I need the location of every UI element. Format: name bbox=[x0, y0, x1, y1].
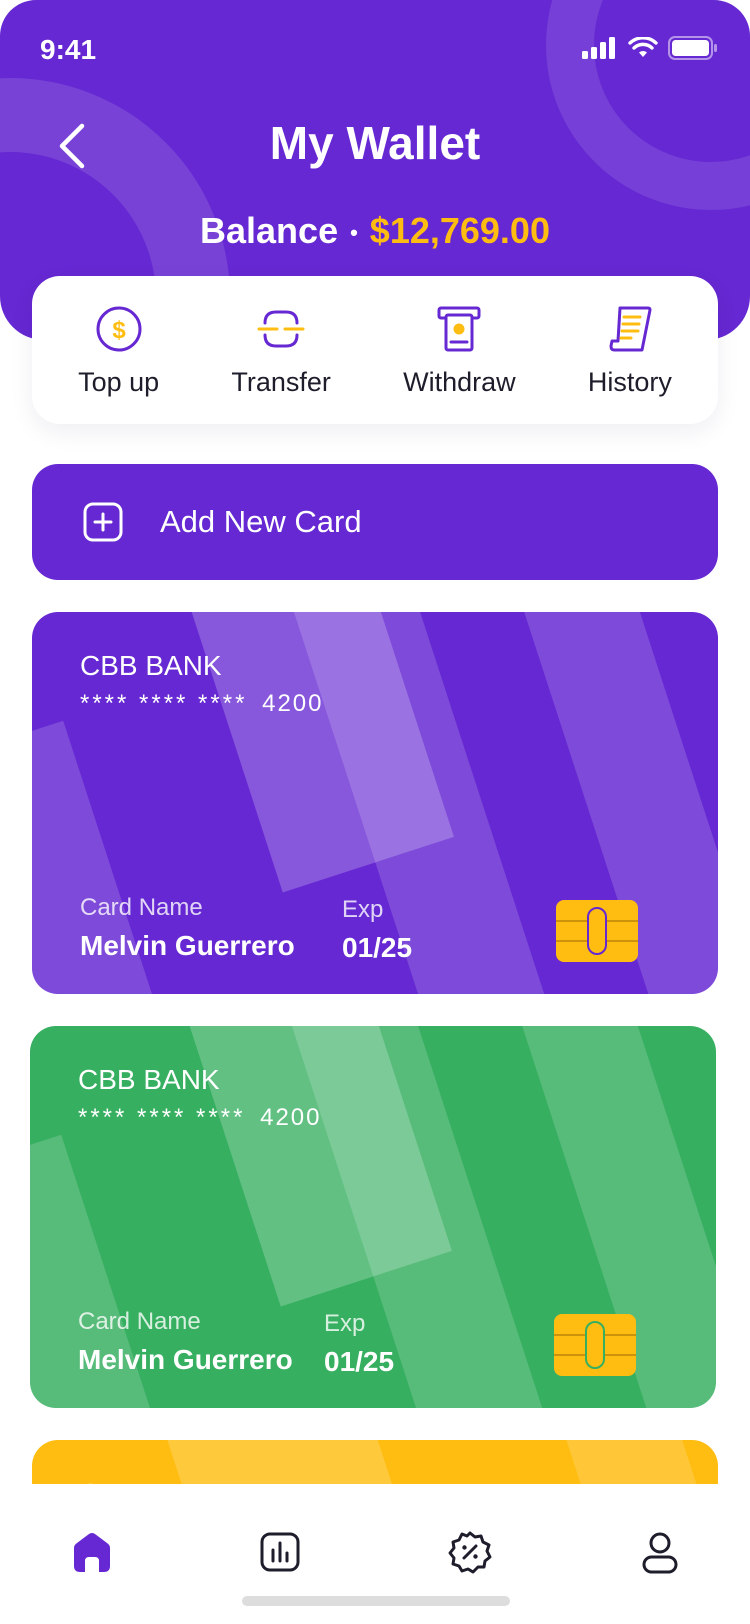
card-exp-label: Exp bbox=[342, 896, 384, 923]
withdraw-button[interactable]: Withdraw bbox=[403, 303, 516, 398]
add-new-card-button[interactable]: Add New Card bbox=[32, 464, 718, 580]
transfer-label: Transfer bbox=[231, 366, 331, 397]
card-holder-name: Melvin Guerrero bbox=[80, 930, 295, 961]
card-number-mask: **** **** **** bbox=[80, 690, 248, 717]
page-title: My Wallet bbox=[269, 117, 481, 169]
card-bank-name: CBB BANK bbox=[78, 1064, 220, 1095]
history-label: History bbox=[587, 366, 672, 397]
tab-home[interactable] bbox=[68, 1528, 116, 1576]
card-number: **** **** **** 4200 bbox=[78, 1104, 321, 1132]
cellular-signal-icon bbox=[582, 37, 615, 59]
receipt-scroll-icon bbox=[609, 306, 652, 351]
card-exp-label: Exp bbox=[324, 1310, 366, 1337]
top-up-label: Top up bbox=[78, 366, 160, 397]
card-bank-name: CBB BANK bbox=[80, 650, 222, 681]
card-number: **** **** **** 4200 bbox=[80, 690, 323, 718]
card-chip-icon bbox=[556, 900, 638, 962]
balance-separator: • bbox=[350, 220, 358, 246]
header-decoration-circle bbox=[546, 0, 750, 210]
withdraw-label: Withdraw bbox=[403, 366, 516, 397]
chart-icon bbox=[260, 1532, 300, 1572]
atm-withdraw-icon bbox=[437, 306, 481, 351]
home-icon bbox=[74, 1533, 110, 1572]
card-number-last4: 4200 bbox=[262, 690, 324, 717]
status-time: 9:41 bbox=[40, 34, 97, 65]
card-name-label: Card Name bbox=[80, 894, 203, 921]
svg-text:$: $ bbox=[112, 317, 126, 344]
profile-icon bbox=[642, 1532, 678, 1574]
transfer-icon bbox=[257, 310, 305, 347]
card-chip-icon bbox=[554, 1314, 636, 1376]
balance-label: Balance bbox=[200, 210, 339, 251]
balance-amount: $12,769.00 bbox=[369, 210, 550, 251]
card-exp-date: 01/25 bbox=[342, 932, 413, 963]
card-number-mask: **** **** **** bbox=[78, 1104, 246, 1131]
tab-offers[interactable] bbox=[446, 1528, 494, 1576]
top-up-button[interactable]: $ Top up bbox=[78, 303, 159, 398]
discount-badge-icon bbox=[448, 1531, 492, 1574]
home-indicator bbox=[242, 1596, 510, 1606]
tab-profile[interactable] bbox=[636, 1528, 684, 1576]
tab-statistics[interactable] bbox=[256, 1528, 304, 1576]
add-new-card-label: Add New Card bbox=[160, 504, 362, 539]
card-holder-name: Melvin Guerrero bbox=[78, 1344, 293, 1375]
battery-icon bbox=[668, 36, 717, 60]
card-number-last4: 4200 bbox=[260, 1104, 322, 1131]
wifi-icon bbox=[628, 37, 658, 57]
bank-card[interactable]: CBB BANK **** **** **** 4200 Card Name M… bbox=[32, 612, 718, 994]
plus-square-icon bbox=[83, 502, 123, 542]
balance-summary: Balance • $12,769.00 bbox=[0, 210, 750, 252]
card-name-label: Card Name bbox=[78, 1308, 201, 1335]
history-button[interactable]: History bbox=[588, 303, 672, 398]
transfer-button[interactable]: Transfer bbox=[231, 303, 331, 398]
card-exp-date: 01/25 bbox=[324, 1346, 395, 1377]
bank-card[interactable]: CBB BANK **** **** **** 4200 Card Name M… bbox=[30, 1026, 716, 1408]
status-icons bbox=[582, 36, 718, 60]
quick-actions: $ Top up Transfer Withdraw History bbox=[32, 276, 718, 424]
dollar-coin-icon: $ bbox=[96, 306, 142, 351]
